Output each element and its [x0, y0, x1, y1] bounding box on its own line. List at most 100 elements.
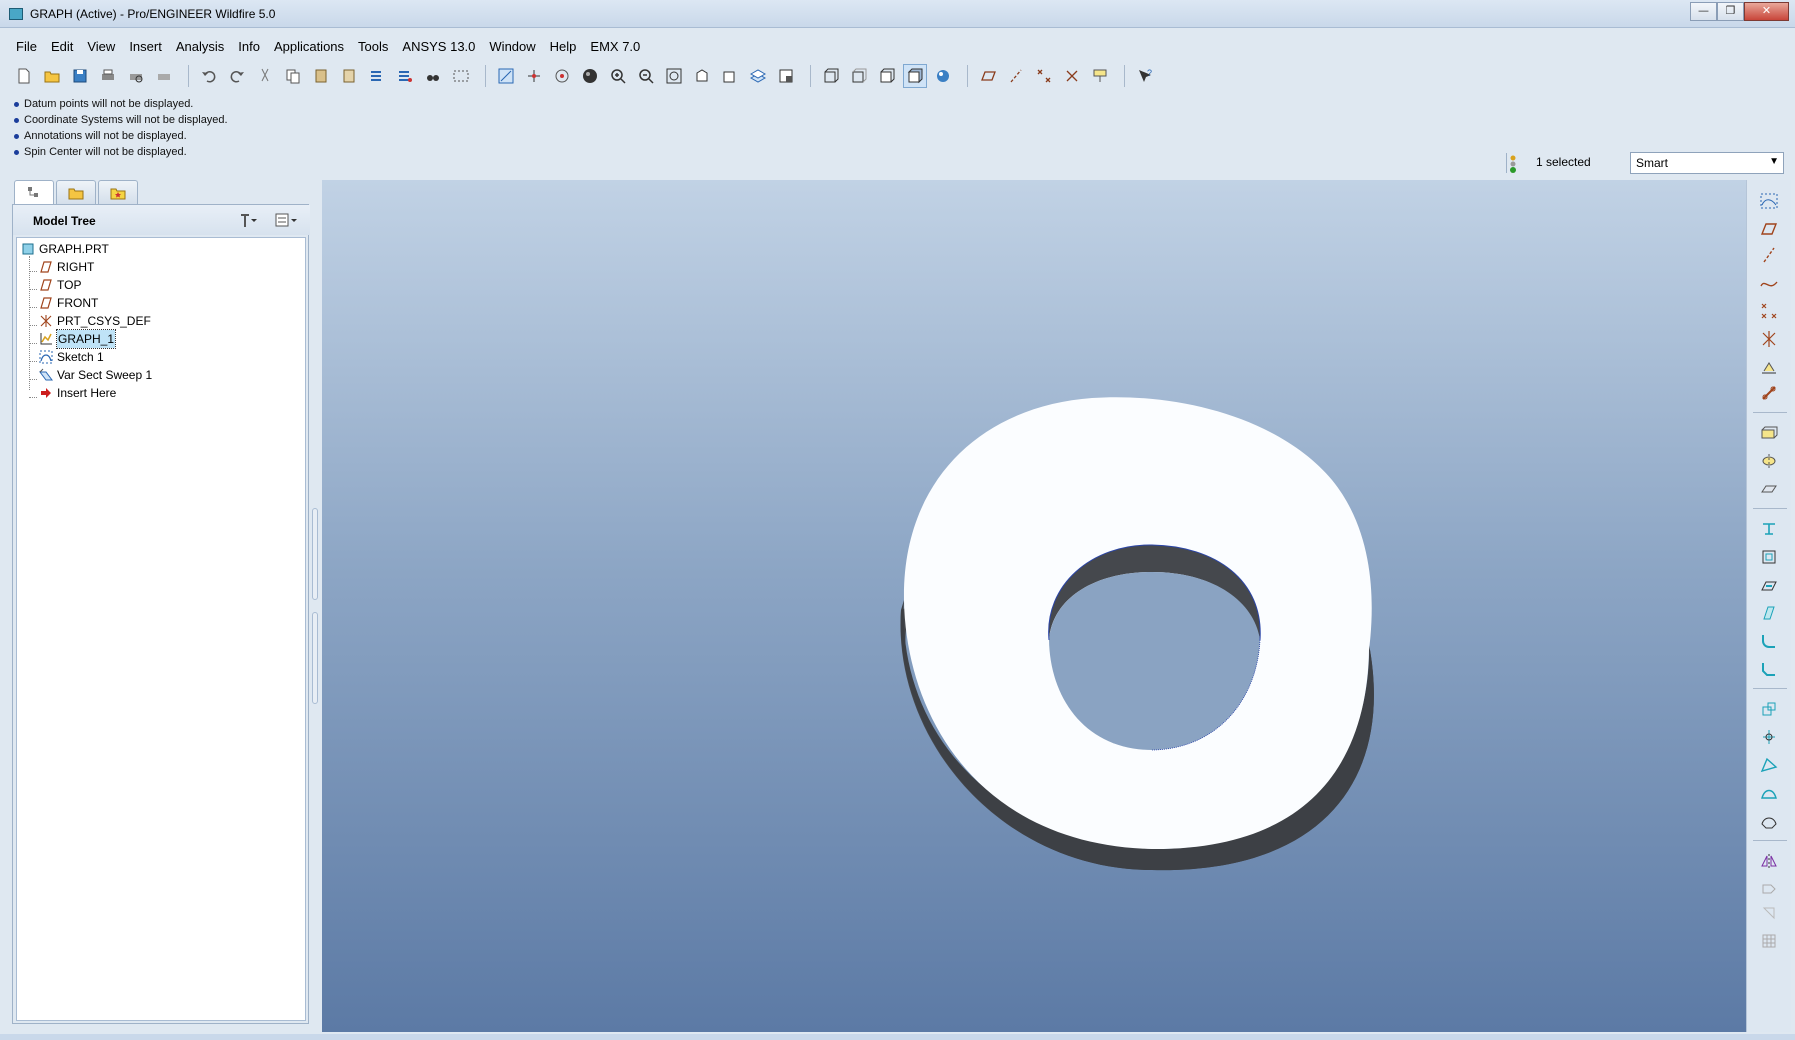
trim-tool-icon[interactable]: [1758, 902, 1780, 924]
email-icon[interactable]: [152, 64, 176, 88]
style-tool-icon[interactable]: [1758, 726, 1780, 748]
tree-item-front[interactable]: FRONT: [39, 294, 98, 312]
wireframe-icon[interactable]: [819, 64, 843, 88]
refit-icon[interactable]: [662, 64, 686, 88]
repaint-icon[interactable]: [494, 64, 518, 88]
paste-special-icon[interactable]: [337, 64, 361, 88]
orient-mode-icon[interactable]: [522, 64, 546, 88]
part-model-view[interactable]: [322, 180, 1746, 1032]
appearance-sphere-icon[interactable]: [578, 64, 602, 88]
menu-edit[interactable]: Edit: [44, 34, 80, 58]
menu-help[interactable]: Help: [543, 34, 584, 58]
menu-insert[interactable]: Insert: [122, 34, 169, 58]
menu-tools[interactable]: Tools: [351, 34, 395, 58]
round-tool-icon[interactable]: [1758, 630, 1780, 652]
select-box-icon[interactable]: [449, 64, 473, 88]
zoom-out-icon[interactable]: [634, 64, 658, 88]
undo-icon[interactable]: [197, 64, 221, 88]
csys-display-icon[interactable]: [1060, 64, 1084, 88]
datum-curve-tool-icon[interactable]: [1758, 272, 1780, 294]
surface-tool-icon[interactable]: [1758, 810, 1780, 832]
regen-manager-icon[interactable]: [393, 64, 417, 88]
context-help-icon[interactable]: ?: [1133, 64, 1157, 88]
csys-tool-icon[interactable]: [1758, 328, 1780, 350]
selection-filter-dropdown[interactable]: Smart ▼: [1630, 152, 1784, 174]
chamfer-tool-icon[interactable]: [1758, 658, 1780, 680]
print-icon[interactable]: [96, 64, 120, 88]
tree-item-top[interactable]: TOP: [39, 276, 81, 294]
warp-tool-icon[interactable]: [1758, 754, 1780, 776]
paste-icon[interactable]: [309, 64, 333, 88]
menu-ansys[interactable]: ANSYS 13.0: [395, 34, 482, 58]
extrude-tool-icon[interactable]: [1758, 422, 1780, 444]
plane-display-icon[interactable]: [976, 64, 1000, 88]
enhanced-realism-icon[interactable]: [931, 64, 955, 88]
menu-window[interactable]: Window: [482, 34, 542, 58]
menu-emx[interactable]: EMX 7.0: [583, 34, 647, 58]
revolve-tool-icon[interactable]: [1758, 450, 1780, 472]
save-icon[interactable]: [68, 64, 92, 88]
freestyle-tool-icon[interactable]: [1758, 782, 1780, 804]
spin-center-icon[interactable]: [550, 64, 574, 88]
analysis-feature-icon[interactable]: [1758, 356, 1780, 378]
print-preview-icon[interactable]: [124, 64, 148, 88]
axis-display-icon[interactable]: [1004, 64, 1028, 88]
tree-item-csys[interactable]: PRT_CSYS_DEF: [39, 312, 151, 330]
zoom-in-icon[interactable]: [606, 64, 630, 88]
sketch-tool-icon[interactable]: [1758, 190, 1780, 212]
tree-item-sketch[interactable]: Sketch 1: [39, 348, 104, 366]
tab-favorites[interactable]: [98, 180, 138, 204]
datum-point-tool-icon[interactable]: [1758, 300, 1780, 322]
saved-views-icon[interactable]: [718, 64, 742, 88]
hole-tool-icon[interactable]: [1758, 518, 1780, 540]
draft-tool-icon[interactable]: [1758, 602, 1780, 624]
shading-icon[interactable]: [903, 64, 927, 88]
menu-file[interactable]: File: [9, 34, 44, 58]
tree-item-right[interactable]: RIGHT: [39, 258, 94, 276]
toolbar-separator: [1124, 65, 1125, 87]
tree-item-sweep[interactable]: Var Sect Sweep 1: [39, 366, 152, 384]
mirror-tool-icon[interactable]: [1758, 850, 1780, 872]
reorient-icon[interactable]: [690, 64, 714, 88]
no-hidden-icon[interactable]: [875, 64, 899, 88]
minimize-button[interactable]: —: [1690, 2, 1717, 21]
copy-icon[interactable]: [281, 64, 305, 88]
layers-icon[interactable]: [746, 64, 770, 88]
tree-settings-button[interactable]: [230, 210, 266, 230]
shell-tool-icon[interactable]: [1758, 546, 1780, 568]
find-icon[interactable]: [421, 64, 445, 88]
graphics-window[interactable]: [322, 180, 1746, 1032]
menu-view[interactable]: View: [80, 34, 122, 58]
panel-splitter-handle[interactable]: [312, 612, 318, 704]
regenerate-icon[interactable]: [365, 64, 389, 88]
maximize-button[interactable]: ❐: [1717, 2, 1744, 21]
variable-sweep-tool-icon[interactable]: [1758, 478, 1780, 500]
annotation-display-icon[interactable]: [1088, 64, 1112, 88]
redo-icon[interactable]: [225, 64, 249, 88]
datum-axis-tool-icon[interactable]: [1758, 244, 1780, 266]
tab-folder-browser[interactable]: [56, 180, 96, 204]
open-folder-icon[interactable]: [40, 64, 64, 88]
menu-analysis[interactable]: Analysis: [169, 34, 231, 58]
tree-show-button[interactable]: [268, 210, 304, 230]
hidden-line-icon[interactable]: [847, 64, 871, 88]
chain-reference-icon[interactable]: [1758, 382, 1780, 404]
tab-model-tree[interactable]: [14, 180, 54, 204]
menu-applications[interactable]: Applications: [267, 34, 351, 58]
tree-item-graph[interactable]: GRAPH_1: [39, 329, 117, 349]
new-file-icon[interactable]: [12, 64, 36, 88]
rib-tool-icon[interactable]: [1758, 574, 1780, 596]
view-manager-icon[interactable]: [774, 64, 798, 88]
close-button[interactable]: ✕: [1744, 2, 1789, 21]
cut-icon[interactable]: [253, 64, 277, 88]
tree-item-part[interactable]: GRAPH.PRT: [21, 240, 109, 258]
merge-tool-icon[interactable]: [1758, 878, 1780, 900]
model-tree-panel: Model Tree GRAPH.PRT RIGHT TOP FRONT PRT…: [12, 204, 310, 1024]
pattern-tool-icon[interactable]: [1758, 930, 1780, 952]
datum-plane-tool-icon[interactable]: [1758, 218, 1780, 240]
boundary-blend-icon[interactable]: [1758, 698, 1780, 720]
menu-info[interactable]: Info: [231, 34, 267, 58]
tree-item-insert-here[interactable]: Insert Here: [39, 384, 116, 402]
point-display-icon[interactable]: [1032, 64, 1056, 88]
panel-splitter-handle[interactable]: [312, 508, 318, 600]
